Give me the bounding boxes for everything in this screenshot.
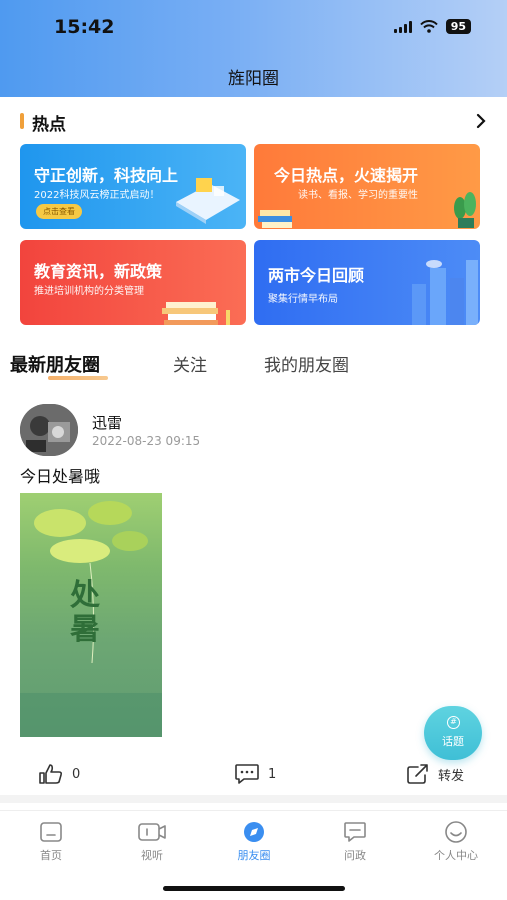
tab-latest[interactable]: 最新朋友圈 xyxy=(10,351,100,377)
hot-card-2[interactable]: 今日热点，火速揭开 读书、看报、学习的重要性 xyxy=(254,144,480,229)
solar-term-text: 处暑 xyxy=(70,578,100,647)
nav-home[interactable]: 首页 xyxy=(16,821,86,863)
tech-illustration xyxy=(176,178,240,224)
topic-button[interactable]: # 话题 xyxy=(424,706,482,760)
nav-label: 朋友圈 xyxy=(237,849,271,862)
post-text: 今日处暑哦 xyxy=(20,467,101,486)
nav-video[interactable]: 视听 xyxy=(117,821,187,863)
section-accent-bar xyxy=(20,113,24,129)
post-username[interactable]: 迅雷 xyxy=(92,412,122,433)
home-icon xyxy=(40,822,62,842)
hash-icon: # xyxy=(447,716,460,729)
plant-illustration xyxy=(454,192,476,228)
comment-count: 1 xyxy=(268,766,277,782)
header: 15:42 95 旌阳圈 xyxy=(0,0,507,97)
signal-icon xyxy=(393,20,412,33)
hot-card-title: 教育资讯，新政策 xyxy=(34,262,163,281)
post-image[interactable]: 处暑 xyxy=(20,493,162,737)
wifi-icon xyxy=(419,20,438,33)
video-icon xyxy=(138,823,166,841)
nav-moments[interactable]: 朋友圈 xyxy=(219,821,289,863)
hot-card-1[interactable]: 守正创新，科技向上 2022科技风云榜正式启动！ 点击查看 xyxy=(20,144,246,229)
post-timestamp: 2022-08-23 09:15 xyxy=(92,434,201,448)
thumbs-up-icon xyxy=(39,764,63,784)
tab-following[interactable]: 关注 xyxy=(173,351,207,376)
avatar-image xyxy=(20,404,78,456)
share-button[interactable]: 转发 xyxy=(406,762,464,786)
page-title: 旌阳圈 xyxy=(228,69,279,89)
divider xyxy=(0,795,507,803)
books-illustration xyxy=(258,210,292,228)
nav-label: 问政 xyxy=(344,849,366,862)
hot-card-4[interactable]: 两市今日回顾 聚集行情早布局 xyxy=(254,240,480,325)
status-icons: 95 xyxy=(393,19,471,34)
topic-button-label: 话题 xyxy=(442,735,464,748)
compass-icon xyxy=(244,822,264,842)
chevron-right-icon[interactable] xyxy=(473,112,489,130)
nav-label: 个人中心 xyxy=(434,849,478,862)
avatar[interactable] xyxy=(20,404,78,456)
home-indicator xyxy=(163,886,345,891)
hot-card-subtitle: 聚集行情早布局 xyxy=(268,294,338,305)
status-time: 15:42 xyxy=(54,16,115,38)
comment-icon xyxy=(235,764,259,784)
hot-card-3[interactable]: 教育资讯，新政策 推进培训机构的分类管理 xyxy=(20,240,246,325)
hot-card-subtitle: 推进培训机构的分类管理 xyxy=(34,286,144,297)
nav-label: 视听 xyxy=(141,849,163,862)
books-illustration xyxy=(162,302,230,325)
hot-card-title: 两市今日回顾 xyxy=(268,266,365,285)
share-label: 转发 xyxy=(438,768,465,784)
city-illustration xyxy=(412,260,478,325)
battery-icon: 95 xyxy=(445,19,471,34)
share-icon xyxy=(407,764,428,784)
nav-label: 首页 xyxy=(40,849,62,862)
nav-inquiry[interactable]: 问政 xyxy=(320,821,390,863)
tab-my-moments[interactable]: 我的朋友圈 xyxy=(264,351,349,376)
like-button[interactable]: 0 xyxy=(38,762,80,786)
smile-icon xyxy=(445,821,467,843)
view-button[interactable]: 点击查看 xyxy=(36,204,82,219)
chat-icon xyxy=(344,822,366,842)
hot-card-title: 守正创新，科技向上 xyxy=(34,166,179,185)
like-count: 0 xyxy=(72,766,81,782)
comment-button[interactable]: 1 xyxy=(234,762,276,786)
hot-card-subtitle: 2022科技风云榜正式启动！ xyxy=(34,190,160,201)
section-title: 热点 xyxy=(32,115,66,135)
nav-profile[interactable]: 个人中心 xyxy=(421,821,491,863)
tab-underline xyxy=(48,376,108,380)
hot-card-subtitle: 读书、看报、学习的重要性 xyxy=(298,190,418,201)
hot-card-title: 今日热点，火速揭开 xyxy=(274,166,419,185)
